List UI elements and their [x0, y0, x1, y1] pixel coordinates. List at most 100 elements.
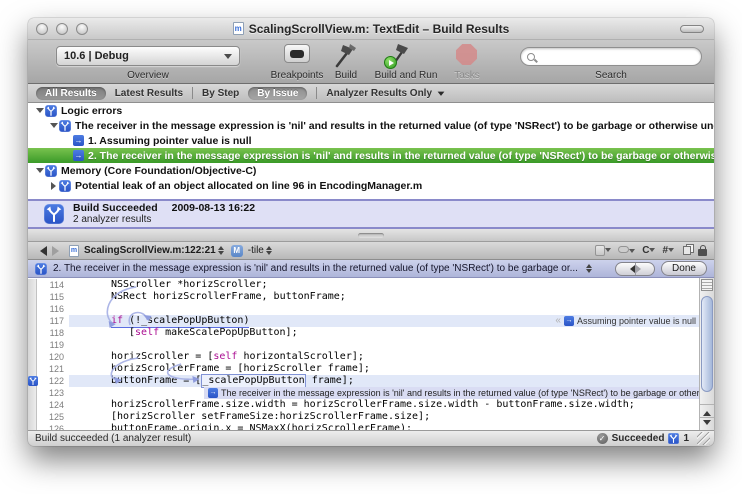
- scrollbar-arrows: [700, 404, 714, 430]
- analyzer-count[interactable]: 1: [683, 433, 689, 444]
- split-pane-icon[interactable]: [701, 279, 713, 291]
- popup-arrows-icon: [586, 261, 592, 276]
- zoom-button[interactable]: [76, 23, 88, 35]
- build-button[interactable]: [332, 41, 360, 69]
- code-text[interactable]: [self makeScalePopUpButton];: [69, 327, 714, 339]
- inline-annotation[interactable]: →The receiver in the message expression …: [204, 387, 714, 399]
- result-row[interactable]: Potential leak of an object allocated on…: [28, 178, 714, 193]
- code-line[interactable]: 122buttonFrame = [_scalePopUpButton fram…: [28, 375, 714, 387]
- code-text[interactable]: [horizScroller setFrameSize:horizScrolle…: [69, 411, 714, 423]
- search-input[interactable]: [520, 47, 702, 66]
- line-number[interactable]: 126: [37, 423, 69, 430]
- code-line[interactable]: 114NSScroller *horizScroller;: [28, 279, 714, 291]
- line-number[interactable]: 124: [37, 399, 69, 411]
- line-number[interactable]: 121: [37, 363, 69, 375]
- breakpoints-menu[interactable]: [618, 246, 635, 256]
- counterpart-icon[interactable]: [683, 246, 691, 255]
- code-text[interactable]: NSRect horizScrollerFrame, buttonFrame;: [69, 291, 714, 303]
- code-text[interactable]: horizScrollerFrame.size.width = horizScr…: [69, 399, 714, 411]
- line-number[interactable]: 125: [37, 411, 69, 423]
- code-text[interactable]: [69, 303, 714, 315]
- result-row[interactable]: →2. The receiver in the message expressi…: [28, 148, 714, 163]
- breakpoints-button[interactable]: [284, 44, 310, 63]
- result-row[interactable]: →1. Assuming pointer value is null: [28, 133, 714, 148]
- scroll-down-button[interactable]: [700, 417, 714, 430]
- symbol-popup[interactable]: -tile: [248, 243, 274, 258]
- code-line[interactable]: 126buttonFrame.origin.x = NSMaxX(horizSc…: [28, 423, 714, 430]
- line-number[interactable]: 114: [37, 279, 69, 291]
- code-text[interactable]: buttonFrame.origin.x = NSMaxX(horizScrol…: [69, 423, 714, 430]
- next-issue-button[interactable]: [635, 263, 655, 275]
- document-proxy-icon[interactable]: m: [233, 22, 244, 35]
- minimize-button[interactable]: [56, 23, 68, 35]
- code-text[interactable]: horizScroller = [self horizontalScroller…: [69, 351, 714, 363]
- resize-grip-icon[interactable]: [697, 432, 710, 445]
- result-text: 1. Assuming pointer value is null: [88, 135, 252, 147]
- code-text[interactable]: if (!_scalePopUpButton)«→Assuming pointe…: [69, 315, 714, 327]
- overview-popup[interactable]: 10.6 | Debug: [56, 46, 240, 66]
- code-text[interactable]: horizScrollerFrame = [horizScroller fram…: [69, 363, 714, 375]
- code-text[interactable]: buttonFrame = [_scalePopUpButton frame];: [69, 375, 714, 387]
- code-editor[interactable]: 114NSScroller *horizScroller;115NSRect h…: [28, 278, 714, 430]
- analyzer-icon: [35, 263, 47, 275]
- previous-issue-button[interactable]: [616, 263, 635, 275]
- marker-menu[interactable]: #: [662, 245, 674, 256]
- desktop: m ScalingScrollView.m: TextEdit – Build …: [0, 0, 742, 494]
- lock-icon[interactable]: [698, 249, 707, 256]
- code-line[interactable]: 120horizScroller = [self horizontalScrol…: [28, 351, 714, 363]
- disclosure-triangle[interactable]: [48, 182, 59, 190]
- result-row[interactable]: The receiver in the message expression i…: [28, 118, 714, 133]
- editor-scrollbar[interactable]: [699, 278, 714, 430]
- analyzer-icon[interactable]: [668, 433, 679, 444]
- build-and-run-button[interactable]: [386, 41, 414, 69]
- disclosure-triangle[interactable]: [34, 104, 45, 117]
- class-menu[interactable]: C: [642, 245, 655, 256]
- code-line[interactable]: 115NSRect horizScrollerFrame, buttonFram…: [28, 291, 714, 303]
- line-number[interactable]: 115: [37, 291, 69, 303]
- scroll-up-button[interactable]: [700, 404, 714, 417]
- code-text[interactable]: →The receiver in the message expression …: [69, 387, 714, 399]
- code-line[interactable]: 121horizScrollerFrame = [horizScroller f…: [28, 363, 714, 375]
- result-row[interactable]: Logic errors: [28, 103, 714, 118]
- back-button[interactable]: [35, 246, 47, 256]
- done-button[interactable]: Done: [661, 261, 707, 276]
- analyzer-results-only-menu[interactable]: Analyzer Results Only: [326, 87, 445, 100]
- inline-annotation[interactable]: «→Assuming pointer value is null: [555, 315, 696, 327]
- code-line[interactable]: 118[self makeScalePopUpButton];: [28, 327, 714, 339]
- line-number[interactable]: 120: [37, 351, 69, 363]
- tab-latest-results[interactable]: Latest Results: [115, 88, 183, 99]
- code-line[interactable]: 119: [28, 339, 714, 351]
- tab-all-results[interactable]: All Results: [36, 87, 106, 100]
- line-number[interactable]: 122: [37, 375, 69, 387]
- bookmarks-menu[interactable]: [595, 245, 611, 256]
- code-text[interactable]: [69, 339, 714, 351]
- line-number[interactable]: 117: [37, 315, 69, 327]
- result-row[interactable]: Memory (Core Foundation/Objective-C): [28, 163, 714, 178]
- toolbar-toggle-button[interactable]: [680, 25, 704, 33]
- close-button[interactable]: [36, 23, 48, 35]
- code-text[interactable]: NSScroller *horizScroller;: [69, 279, 714, 291]
- build-status-banner[interactable]: Build Succeeded 2009-08-13 16:22 2 analy…: [28, 199, 714, 229]
- code-line[interactable]: 117if (!_scalePopUpButton)«→Assuming poi…: [28, 315, 714, 327]
- code-lines: 114NSScroller *horizScroller;115NSRect h…: [28, 278, 714, 430]
- code-line[interactable]: 123 →The receiver in the message expressi…: [28, 387, 714, 399]
- tab-by-issue[interactable]: By Issue: [248, 87, 307, 100]
- code-line[interactable]: 124horizScrollerFrame.size.width = horiz…: [28, 399, 714, 411]
- line-number[interactable]: 119: [37, 339, 69, 351]
- title-bar[interactable]: m ScalingScrollView.m: TextEdit – Build …: [28, 18, 714, 40]
- code-line[interactable]: 125[horizScroller setFrameSize:horizScro…: [28, 411, 714, 423]
- window-title: ScalingScrollView.m: TextEdit – Build Re…: [249, 22, 510, 36]
- scrollbar-thumb[interactable]: [701, 296, 713, 392]
- forward-button[interactable]: [52, 246, 64, 256]
- disclosure-triangle[interactable]: [34, 164, 45, 177]
- line-number[interactable]: 123: [37, 387, 69, 399]
- line-number[interactable]: 118: [37, 327, 69, 339]
- chevron-down-icon: [605, 248, 611, 255]
- disclosure-triangle[interactable]: [48, 119, 59, 132]
- file-popup[interactable]: ScalingScrollView.m:122:21: [84, 243, 226, 258]
- divider: [192, 87, 193, 99]
- pane-splitter[interactable]: [28, 229, 714, 242]
- line-number[interactable]: 116: [37, 303, 69, 315]
- tab-by-step[interactable]: By Step: [202, 88, 239, 99]
- code-line[interactable]: 116: [28, 303, 714, 315]
